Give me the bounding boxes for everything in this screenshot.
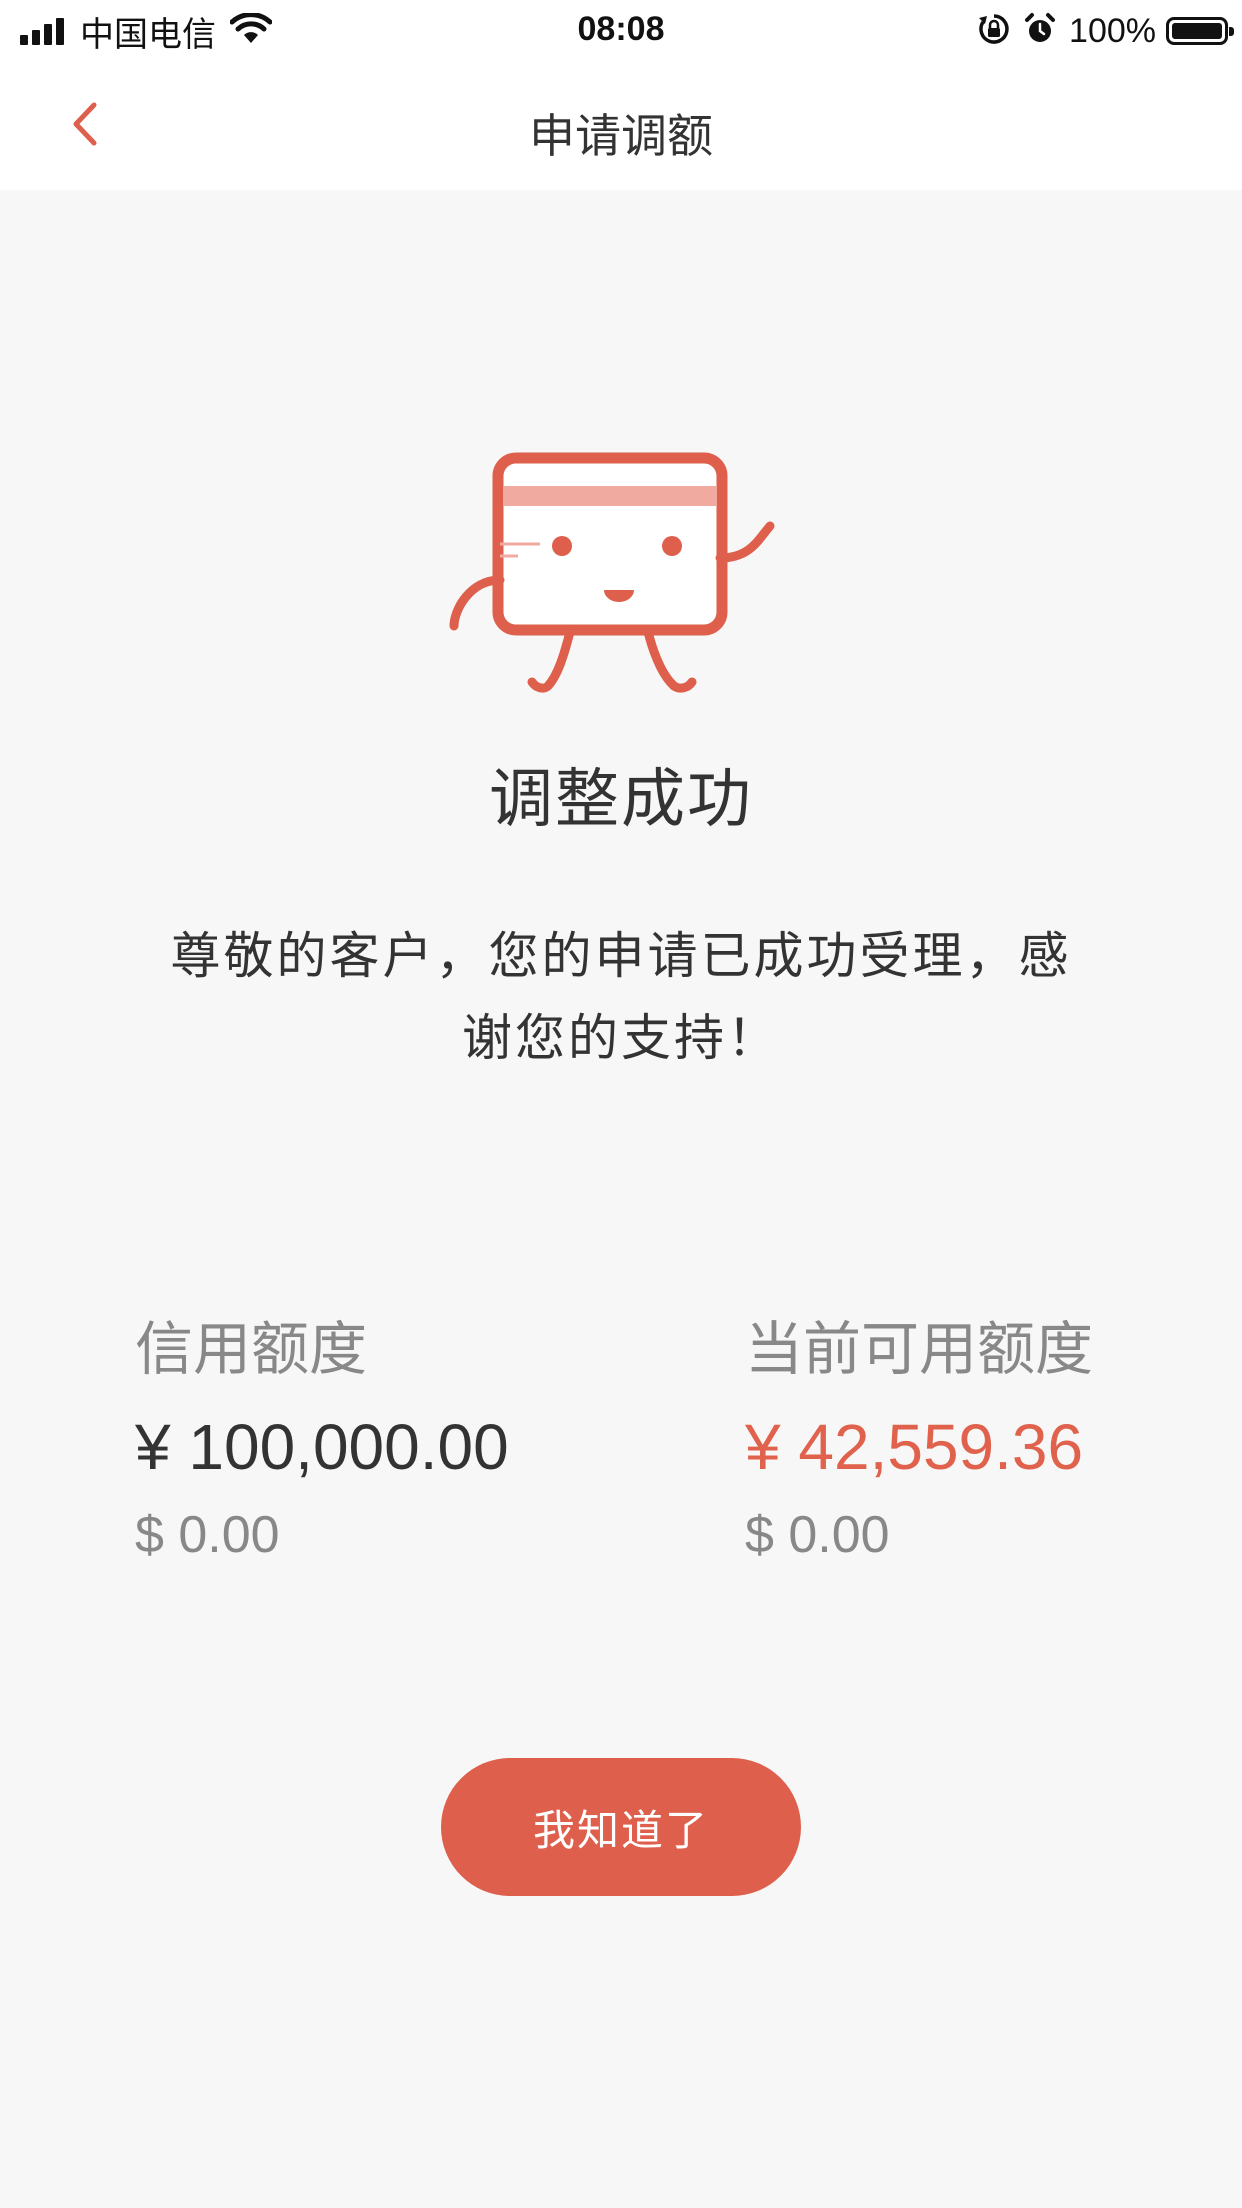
credit-limit-usd: $ 0.00: [135, 1506, 280, 1564]
alarm-icon: [1023, 12, 1057, 51]
credit-limit-section: 信用额度 ¥ 100,000.00 $ 0.00: [135, 1315, 615, 1567]
battery-icon: [1166, 17, 1234, 45]
available-limit-usd: $ 0.00: [745, 1506, 890, 1564]
result-message: 尊敬的客户，您的申请已成功受理，感谢您的支持！: [170, 928, 1072, 1066]
battery-percent: 100%: [1069, 11, 1156, 50]
available-limit-label: 当前可用额度: [745, 1317, 1094, 1382]
result-title: 调整成功: [489, 763, 753, 835]
rotation-lock-icon: [977, 12, 1011, 51]
status-bar-right: 100%: [977, 10, 1234, 52]
credit-card-mascot-icon: [440, 440, 800, 700]
credit-limit-label: 信用额度: [135, 1317, 368, 1382]
status-bar: 中国电信 08:08 100%: [0, 0, 1242, 62]
acknowledge-button[interactable]: 我知道了: [441, 1758, 801, 1896]
available-limit-section: 当前可用额度 ¥ 42,559.36 $ 0.00: [745, 1315, 1225, 1567]
nav-bar: 申请调额: [0, 62, 1242, 190]
credit-limit-cny: ¥ 100,000.00: [135, 1411, 509, 1483]
available-limit-cny: ¥ 42,559.36: [745, 1411, 1084, 1483]
page-title: 申请调额: [529, 110, 713, 162]
